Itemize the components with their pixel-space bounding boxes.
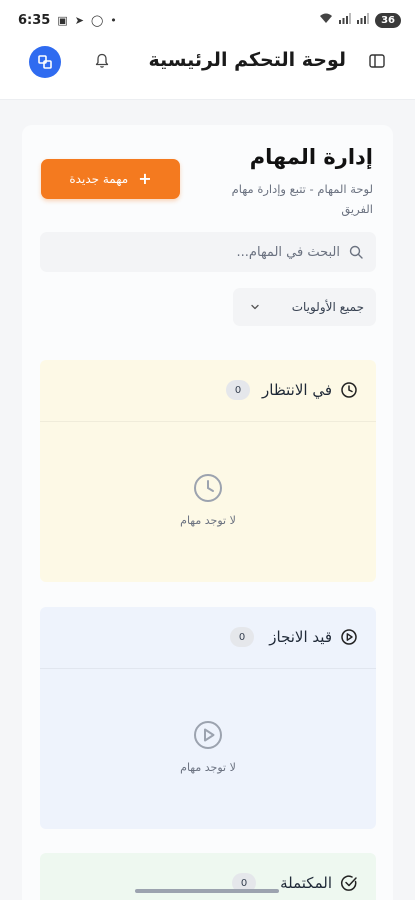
check-circle-icon <box>340 875 357 891</box>
page-title: إدارة المهام <box>249 145 373 169</box>
column-body: لا توجد مهام <box>40 669 376 829</box>
bell-icon[interactable] <box>92 50 112 72</box>
more-notifications-dot-icon: • <box>110 13 117 27</box>
app-title: لوحة التحكم الرئيسية <box>148 49 346 71</box>
column-body: لا توجد مهام <box>40 422 376 582</box>
task-count-badge: 0 <box>230 627 254 647</box>
gallery-notification-icon: ▣ <box>57 13 68 27</box>
signal-icon-1 <box>339 13 352 27</box>
column-title: قيد الانجاز <box>269 628 332 646</box>
task-management-panel: إدارة المهام لوحة المهام - تتبع وإدارة م… <box>22 125 393 900</box>
column-title: المكتملة <box>280 874 332 892</box>
column-title: في الانتظار <box>262 381 332 399</box>
priority-filter-select[interactable]: جميع الأولويات <box>233 288 376 326</box>
status-bar: 6:35 ▣ ➤ ◯ • 36 <box>0 0 415 40</box>
battery-indicator: 36 <box>375 12 401 28</box>
column-in-progress: قيد الانجاز 0 لا توجد مهام <box>40 607 376 829</box>
chevron-down-icon <box>251 304 259 310</box>
play-circle-icon <box>194 721 222 749</box>
search-box[interactable] <box>40 232 376 272</box>
clock-icon <box>341 382 357 398</box>
empty-state-text: لا توجد مهام <box>180 761 236 774</box>
signal-icon-2 <box>357 13 370 27</box>
sidebar-toggle-icon[interactable] <box>368 52 386 70</box>
column-header: قيد الانجاز 0 <box>40 607 376 669</box>
task-count-badge: 0 <box>226 380 250 400</box>
page-subtitle: لوحة المهام - تتبع وإدارة مهام الفريق <box>231 182 373 216</box>
priority-filter-value: جميع الأولويات <box>291 300 364 314</box>
status-time: 6:35 <box>18 12 51 28</box>
play-circle-icon <box>341 629 357 645</box>
status-left: 6:35 ▣ ➤ ◯ • <box>18 13 117 28</box>
top-app-bar: لوحة التحكم الرئيسية <box>0 40 415 100</box>
home-indicator[interactable] <box>135 889 279 893</box>
whatsapp-notification-icon: ◯ <box>90 13 104 27</box>
telegram-notification-icon: ➤ <box>74 13 84 27</box>
plus-icon: + <box>138 169 152 188</box>
new-task-label: مهمة جديدة <box>69 172 129 186</box>
app-logo-icon[interactable] <box>29 46 61 78</box>
search-icon <box>349 245 363 259</box>
empty-state-text: لا توجد مهام <box>180 514 236 527</box>
column-header: في الانتظار 0 <box>40 360 376 422</box>
clock-icon <box>194 474 222 502</box>
search-input[interactable] <box>70 244 340 260</box>
column-pending: في الانتظار 0 لا توجد مهام <box>40 360 376 582</box>
wifi-icon <box>319 13 333 27</box>
status-right: 36 <box>319 12 401 28</box>
new-task-button[interactable]: مهمة جديدة + <box>41 159 180 199</box>
